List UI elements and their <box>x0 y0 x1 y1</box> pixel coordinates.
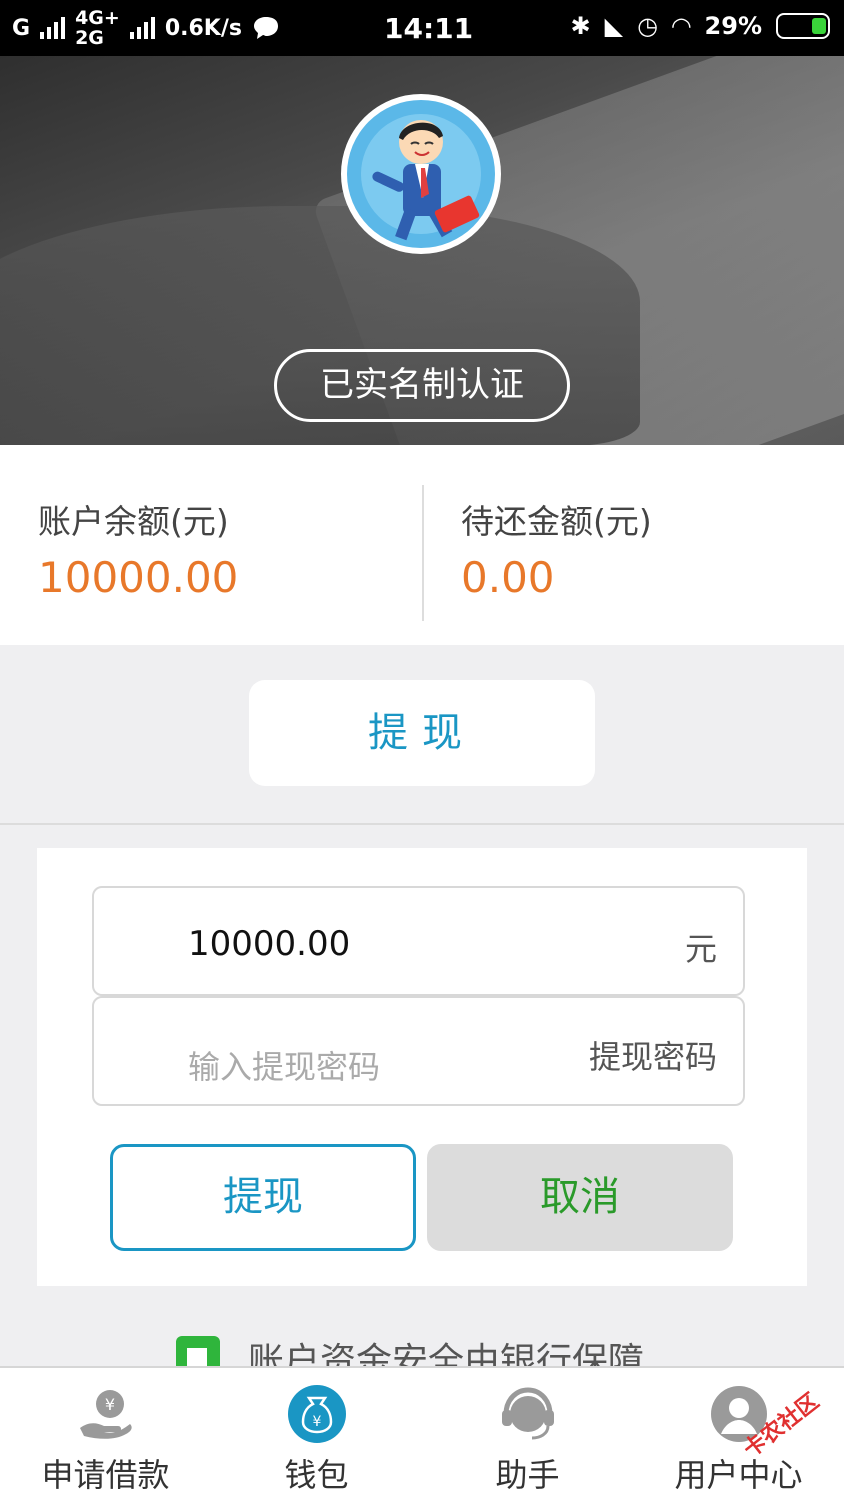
shield-icon <box>176 1336 220 1366</box>
nav-user-center-label: 用户中心 <box>674 1456 803 1494</box>
profile-header: 已实名制认证 <box>0 56 844 445</box>
account-balance-label: 账户余额(元) <box>38 502 229 541</box>
loan-hand-icon: ¥ <box>79 1390 132 1439</box>
cancel-button[interactable]: 取消 <box>427 1144 733 1251</box>
signal-icon <box>40 17 66 39</box>
network-type: 4G+ 2G <box>75 8 120 48</box>
withdraw-password-placeholder: 输入提现密码 <box>188 1048 381 1086</box>
alarm-icon: ◷ <box>637 12 659 40</box>
nav-wallet[interactable]: ¥ 钱包 <box>211 1368 422 1500</box>
wifi-icon: ◠ <box>672 12 691 40</box>
bluetooth-icon: ✱ <box>570 12 591 40</box>
nav-wallet-label: 钱包 <box>284 1456 349 1494</box>
bottom-nav: ¥ 申请借款 ¥ 钱包 助手 用户中心 <box>0 1366 844 1500</box>
network-speed: 0.6K/s <box>164 15 242 41</box>
amount-due-label: 待还金额(元) <box>461 502 652 541</box>
battery-icon <box>776 13 830 39</box>
assistant-headset-icon <box>501 1387 554 1440</box>
nav-apply-loan[interactable]: ¥ 申请借款 <box>0 1368 211 1500</box>
security-note-text: 账户资金安全由银行保障 <box>248 1341 645 1366</box>
cartoon-avatar-icon <box>347 100 495 248</box>
balance-summary: 账户余额(元) 10000.00 待还金额(元) 0.00 <box>0 445 844 645</box>
account-balance-value: 10000.00 <box>38 553 239 602</box>
carrier-label: G <box>12 15 31 41</box>
signal-icon-2 <box>129 17 155 39</box>
network-top-label: 4G+ <box>75 7 120 29</box>
account-balance: 账户余额(元) 10000.00 <box>38 495 238 602</box>
balance-divider <box>422 485 424 621</box>
withdraw-password-field[interactable]: 输入提现密码 提现密码 <box>92 996 745 1106</box>
network-bottom-label: 2G <box>75 27 104 49</box>
withdraw-amount-field[interactable]: 10000.00 元 <box>92 886 745 996</box>
withdraw-password-label: 提现密码 <box>588 1038 717 1076</box>
withdraw-amount-value: 10000.00 <box>188 924 351 964</box>
chat-bubble-icon <box>253 17 278 39</box>
svg-text:¥: ¥ <box>104 1395 114 1414</box>
amount-due-value: 0.00 <box>461 553 555 602</box>
confirm-withdraw-button[interactable]: 提现 <box>110 1144 416 1251</box>
svg-text:¥: ¥ <box>312 1414 321 1430</box>
nav-assistant-label: 助手 <box>495 1456 560 1494</box>
real-name-verified-badge: 已实名制认证 <box>274 349 570 422</box>
withdraw-amount-unit: 元 <box>684 930 717 968</box>
section-divider <box>0 823 844 825</box>
nav-apply-loan-label: 申请借款 <box>41 1456 170 1494</box>
avatar[interactable] <box>341 94 501 254</box>
amount-due: 待还金额(元) 0.00 <box>461 495 652 602</box>
clock: 14:11 <box>384 12 474 45</box>
wallet-bag-icon: ¥ <box>287 1385 346 1443</box>
status-bar: G 4G+ 2G 0.6K/s 14:11 ✱ ◣ ◷ ◠ 29% <box>0 0 844 56</box>
security-note: 账户资金安全由银行保障 <box>0 1318 844 1366</box>
nav-user-center[interactable]: 用户中心 <box>633 1368 844 1500</box>
status-left: G 4G+ 2G 0.6K/s <box>12 8 280 48</box>
battery-percent: 29% <box>704 12 762 40</box>
status-right: ✱ ◣ ◷ ◠ 29% <box>571 12 830 40</box>
mute-icon: ◣ <box>604 12 624 40</box>
withdraw-tab-button[interactable]: 提现 <box>249 680 595 786</box>
nav-assistant[interactable]: 助手 <box>422 1368 633 1500</box>
